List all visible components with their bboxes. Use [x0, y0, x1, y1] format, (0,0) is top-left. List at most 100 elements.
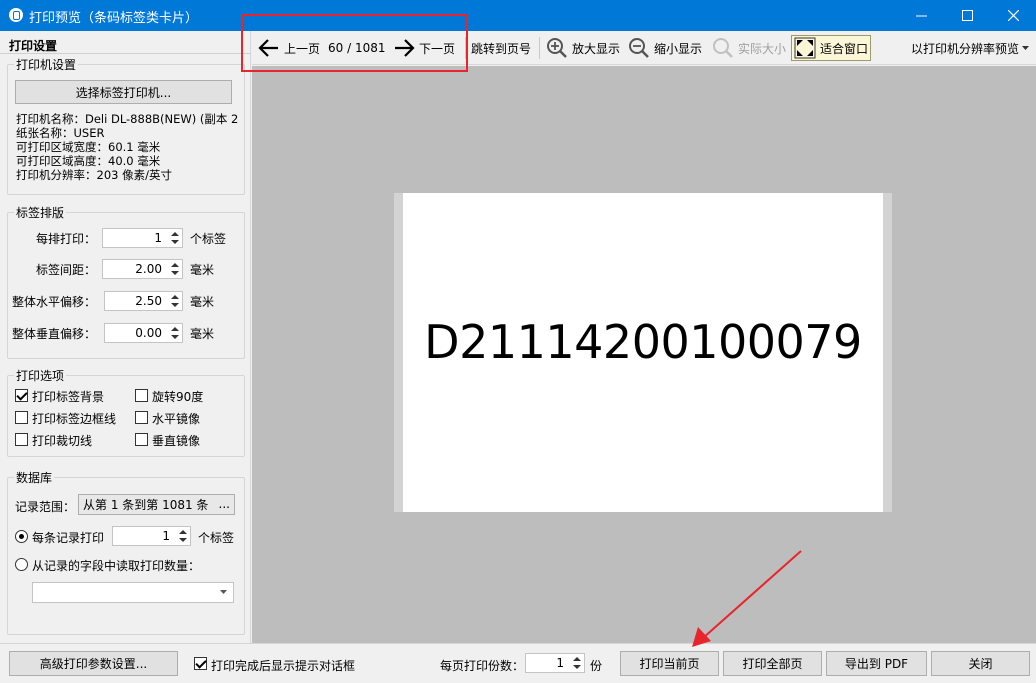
record-range-label: 记录范围： — [15, 500, 76, 514]
copies-value: 1 — [556, 656, 564, 670]
database-group: 数据库 记录范围： 从第 1 条到第 1081 条 ... 每条记录打印 1 个… — [7, 469, 245, 635]
spinner-arrows-icon[interactable] — [572, 656, 582, 670]
print-border-label[interactable]: 打印标签边框线 — [32, 410, 116, 427]
print-cutline-checkbox[interactable] — [15, 433, 28, 446]
v-offset-value: 0.00 — [135, 326, 162, 340]
print-all-pages-button[interactable]: 打印全部页 — [723, 651, 822, 676]
layout-group-label: 标签排版 — [14, 204, 67, 221]
arrow-right-icon — [395, 39, 415, 57]
zoom-out-label: 缩小显示 — [654, 41, 703, 56]
magnifier-icon — [713, 38, 733, 58]
per-row-spinner[interactable]: 1 — [102, 228, 183, 248]
fit-window-button[interactable]: 适合窗口 — [791, 35, 872, 61]
field-dropdown[interactable] — [32, 582, 234, 603]
zoom-out-icon — [629, 38, 649, 58]
print-cutline-label[interactable]: 打印裁切线 — [32, 432, 92, 449]
actual-size-button[interactable]: 实际大小 — [712, 31, 786, 65]
mirror-vertical-checkbox[interactable] — [135, 433, 148, 446]
spacing-value: 2.00 — [135, 262, 162, 276]
mirror-vertical-label[interactable]: 垂直镜像 — [152, 432, 200, 449]
per-row-label: 每排打印： — [36, 232, 97, 246]
printer-settings-group: 打印机设置 选择标签打印机... 打印机名称：Deli DL-888B(NEW)… — [7, 56, 245, 195]
resolution-preview-dropdown[interactable]: 以打印机分辨率预览 — [911, 31, 1033, 65]
actual-size-label: 实际大小 — [738, 41, 787, 56]
print-background-checkbox[interactable] — [15, 389, 28, 402]
label-layout-group: 标签排版 每排打印： 1 个标签 标签间距： 2.00 毫米 整体水平偏移： 2… — [7, 204, 245, 359]
v-offset-label: 整体垂直偏移： — [12, 327, 97, 341]
print-settings-panel: 打印设置 打印机设置 选择标签打印机... 打印机名称：Deli DL-888B… — [0, 31, 251, 643]
label-page: D21114200100079 — [403, 193, 883, 512]
resolution-preview-label: 以打印机分辨率预览 — [911, 41, 1020, 56]
print-current-page-button[interactable]: 打印当前页 — [620, 651, 719, 676]
show-dialog-checkbox[interactable] — [194, 657, 207, 670]
panel-title: 打印设置 — [9, 39, 58, 53]
record-range-value: 从第 1 条到第 1081 条 — [83, 498, 209, 512]
from-field-label[interactable]: 从记录的字段中读取打印数量： — [32, 557, 200, 574]
prev-page-button[interactable]: 上一页 — [258, 31, 320, 65]
close-button[interactable]: 关闭 — [931, 651, 1030, 676]
toolbar-separator — [539, 37, 540, 59]
record-range-button[interactable]: 从第 1 条到第 1081 条 ... — [78, 494, 235, 515]
h-offset-unit: 毫米 — [190, 295, 215, 309]
printer-resolution-info: 打印机分辨率：203 像素/英寸 — [16, 168, 172, 182]
v-offset-unit: 毫米 — [190, 327, 215, 341]
per-record-radio[interactable] — [15, 530, 28, 543]
maximize-icon — [961, 10, 973, 21]
spinner-arrows-icon[interactable] — [170, 294, 180, 308]
per-record-spinner[interactable]: 1 — [112, 526, 191, 546]
minimize-button[interactable] — [898, 0, 944, 31]
mirror-horizontal-checkbox[interactable] — [135, 411, 148, 424]
zoom-in-icon — [547, 38, 567, 58]
close-window-button[interactable] — [990, 0, 1036, 31]
rotate-90-label[interactable]: 旋转90度 — [152, 388, 203, 405]
print-options-group: 打印选项 打印标签背景 旋转90度 打印标签边框线 水平镜像 打印裁切线 垂直镜… — [7, 367, 245, 457]
copies-label: 每页打印份数： — [440, 659, 525, 673]
preview-toolbar: 上一页 60 / 1081 下一页 跳转到页号 放大显示 缩小显示 实际大小 适… — [252, 31, 1036, 65]
prev-page-label: 上一页 — [284, 41, 321, 56]
print-background-label[interactable]: 打印标签背景 — [32, 388, 104, 405]
spinner-arrows-icon[interactable] — [178, 529, 188, 543]
database-group-label: 数据库 — [14, 469, 55, 486]
h-offset-spinner[interactable]: 2.50 — [104, 291, 183, 311]
spacing-unit: 毫米 — [190, 263, 215, 277]
rotate-90-checkbox[interactable] — [135, 389, 148, 402]
next-page-button[interactable]: 下一页 — [393, 31, 455, 65]
next-page-label: 下一页 — [419, 41, 456, 56]
spinner-arrows-icon[interactable] — [170, 262, 180, 276]
spacing-spinner[interactable]: 2.00 — [102, 259, 183, 279]
spinner-arrows-icon[interactable] — [170, 231, 180, 245]
h-offset-label: 整体水平偏移： — [12, 295, 97, 309]
per-record-value: 1 — [162, 529, 170, 543]
mirror-horizontal-label[interactable]: 水平镜像 — [152, 410, 200, 427]
chevron-down-icon — [1022, 45, 1030, 50]
copies-unit: 份 — [590, 659, 603, 673]
spinner-arrows-icon[interactable] — [170, 326, 180, 340]
advanced-settings-button[interactable]: 高级打印参数设置... — [9, 651, 178, 676]
per-row-value: 1 — [154, 231, 162, 245]
bottom-bar: 高级打印参数设置... 打印完成后显示提示对话框 每页打印份数： 1 份 打印当… — [0, 643, 1036, 683]
fit-window-icon — [794, 37, 816, 59]
options-group-label: 打印选项 — [14, 367, 67, 384]
zoom-out-button[interactable]: 缩小显示 — [628, 31, 702, 65]
per-record-label[interactable]: 每条记录打印 — [32, 529, 104, 546]
chevron-down-icon — [220, 590, 227, 594]
maximize-button[interactable] — [944, 0, 990, 31]
show-dialog-label[interactable]: 打印完成后显示提示对话框 — [211, 657, 355, 674]
window-title: 打印预览（条码标签类卡片） — [29, 11, 199, 26]
minimize-icon — [915, 15, 927, 17]
print-border-checkbox[interactable] — [15, 411, 28, 424]
v-offset-spinner[interactable]: 0.00 — [104, 323, 183, 343]
export-pdf-button[interactable]: 导出到 PDF — [826, 651, 927, 676]
zoom-in-button[interactable]: 放大显示 — [546, 31, 620, 65]
zoom-in-label: 放大显示 — [572, 41, 621, 56]
goto-page-button[interactable]: 跳转到页号 — [471, 31, 531, 65]
select-printer-button[interactable]: 选择标签打印机... — [15, 80, 232, 104]
copies-spinner[interactable]: 1 — [525, 653, 585, 673]
preview-canvas[interactable]: D21114200100079 — [252, 66, 1036, 643]
record-range-ellipsis: ... — [218, 497, 230, 511]
panel-title-divider — [0, 53, 251, 54]
label-text: D21114200100079 — [424, 315, 862, 369]
per-record-unit: 个标签 — [198, 531, 235, 545]
printer-group-label: 打印机设置 — [14, 56, 79, 73]
from-field-radio[interactable] — [15, 558, 28, 571]
